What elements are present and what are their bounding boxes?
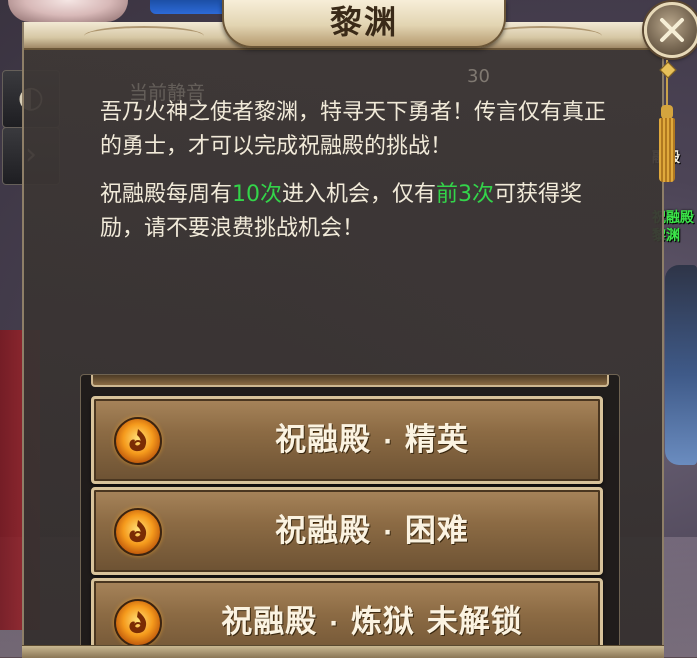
muted-number: 30 [467,66,490,87]
entry-count-highlight: 10次 [232,182,283,207]
tassel-decoration [657,60,677,185]
mode-button-inferno[interactable]: 祝融殿 · 炼狱 未解锁 [91,578,603,649]
mode-level: 精英 [404,422,469,458]
mode-list[interactable]: 祝融殿 · 精英 祝融殿 · 困难 祝融殿 · 炼狱 未解锁 [80,374,620,650]
mode-button-hard[interactable]: 祝融殿 · 困难 [91,487,603,575]
mode-name: 祝融殿 [275,513,372,549]
list-item-previous-edge [91,375,609,387]
rule-text: 祝融殿每周有10次进入机会，仅有前3次可获得奖励，请不要浪费挑战机会！ [100,178,610,246]
scene-character-right[interactable] [665,265,697,465]
mode-separator: · [382,518,394,547]
mode-button-elite[interactable]: 祝融殿 · 精英 [91,396,603,484]
dialog-title: 黎渊 [329,3,398,41]
close-icon [660,18,684,42]
mode-name: 祝融殿 [275,422,372,458]
rule-text-part: 祝融殿每周有 [100,182,233,207]
mode-button-label: 祝融殿 · 炼狱 未解锁 [154,581,590,649]
intro-text: 吾乃火神之使者黎渊，特寻天下勇者！传言仅有真正的勇士，才可以完成祝融殿的挑战！ [100,100,607,159]
mode-button-label: 祝融殿 · 困难 [154,490,590,572]
mode-button-label: 祝融殿 · 精英 [154,399,590,481]
mode-separator: · [329,609,340,638]
mode-name: 祝融殿 [221,604,318,640]
npc-dialog: 当前静音 30 吾乃火神之使者黎渊，特寻天下勇者！传言仅有真正的勇士，才可以完成… [22,22,664,657]
mode-level: 炼狱 未解锁 [350,604,523,640]
close-button[interactable] [644,2,697,58]
player-avatar [8,0,128,22]
mode-level: 困难 [404,513,469,549]
dialog-title-plate: 黎渊 [222,0,506,48]
mode-separator: · [382,427,394,456]
dialog-description: 吾乃火神之使者黎渊，特寻天下勇者！传言仅有真正的勇士，才可以完成祝融殿的挑战！ … [100,96,610,246]
dialog-bottom-edge [22,645,664,658]
rule-text-part: 进入机会，仅有 [282,182,437,207]
reward-count-highlight: 前3次 [436,182,495,207]
